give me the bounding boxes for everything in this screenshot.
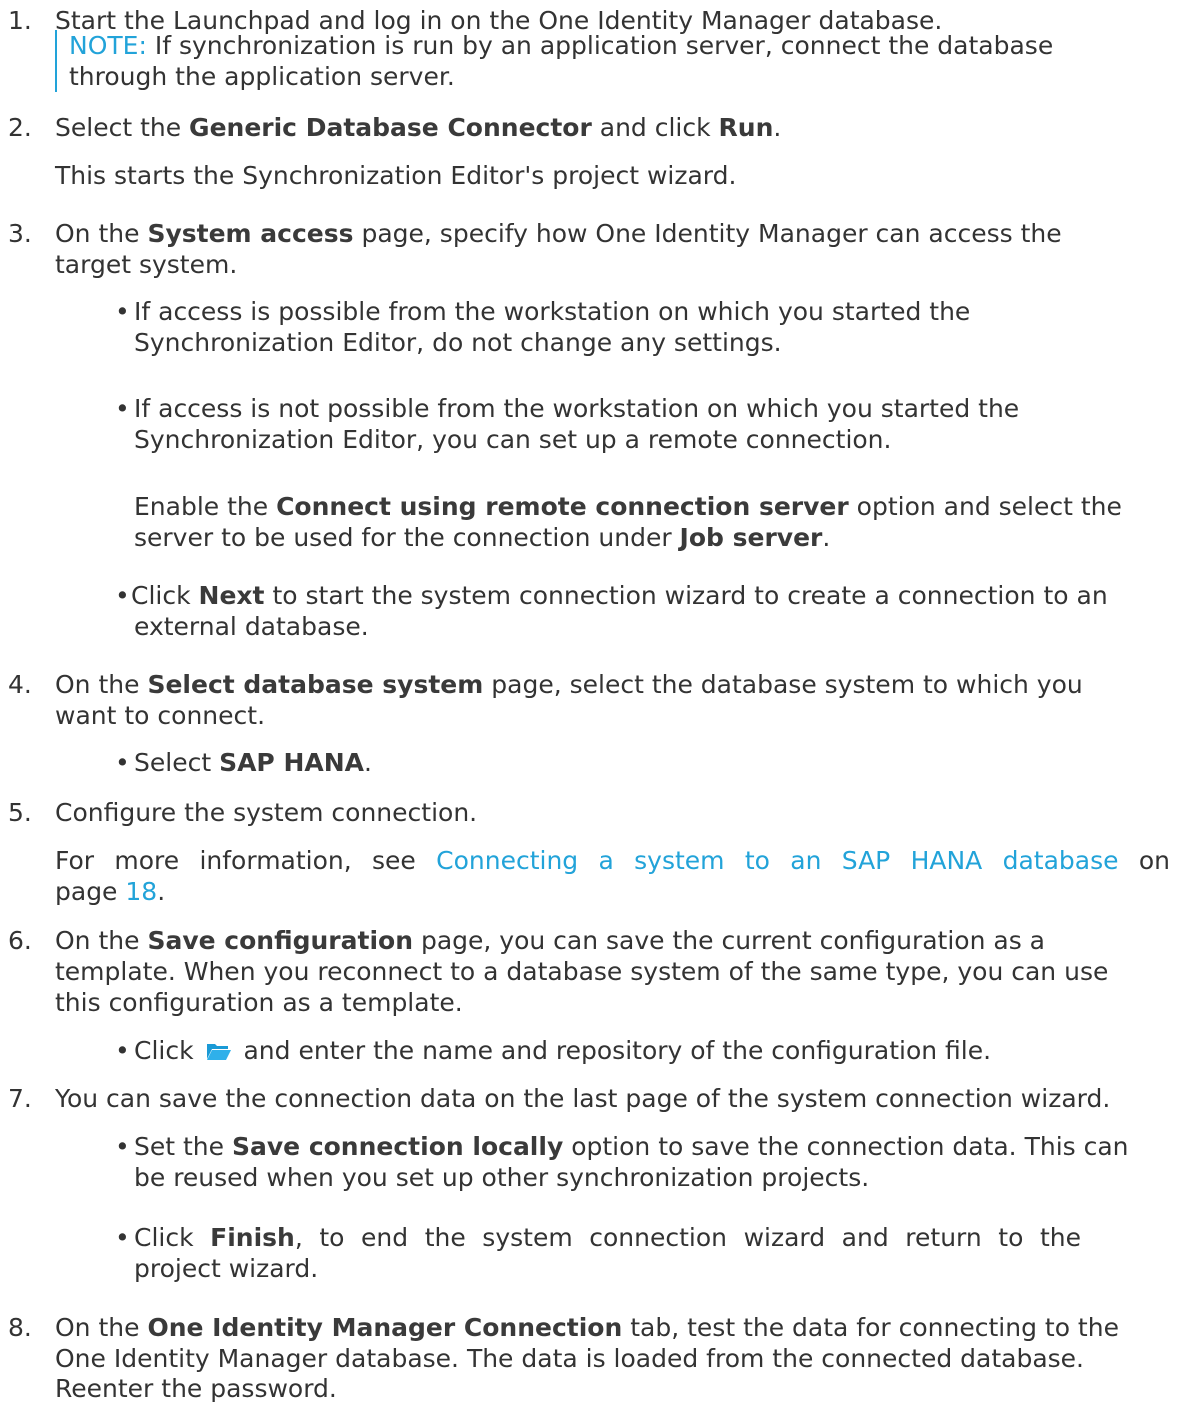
text: Set the [134, 1132, 232, 1161]
text: page, specify how One Identity Manager c… [353, 219, 1062, 248]
step-text: You can save the connection data on the … [55, 1084, 1111, 1113]
text: Click [131, 581, 199, 610]
bold-term: Save configuration [147, 926, 413, 955]
bullet: • [115, 297, 130, 326]
bullet-text: be reused when you set up other synchron… [134, 1163, 870, 1192]
bullet-text: project wizard. [134, 1254, 319, 1283]
bullet-text: Click Next to start the system connectio… [131, 580, 1108, 612]
step-number: 2. [8, 113, 32, 142]
step-text: One Identity Manager database. The data … [55, 1344, 1084, 1373]
text: For more information, see [55, 846, 437, 875]
step-number: 8. [8, 1313, 32, 1342]
step-text: On the Save configuration page, you can … [55, 925, 1045, 957]
step-number: 3. [8, 219, 32, 248]
step-number: 5. [8, 798, 32, 827]
text: . [157, 877, 166, 906]
step-number: 4. [8, 670, 32, 699]
bullet-text: Synchronization Editor, you can set up a… [134, 425, 892, 454]
step-text: Reenter the password. [55, 1374, 337, 1403]
bold-term: SAP HANA [219, 748, 364, 777]
text: Click [134, 1223, 211, 1252]
text: , to end the system connection wizard an… [294, 1223, 1081, 1252]
bullet-text: Set the Save connection locally option t… [134, 1131, 1129, 1163]
step-text: Configure the system connection. [55, 798, 478, 827]
text: On the [55, 926, 148, 955]
bold-term: One Identity Manager Connection [147, 1313, 623, 1342]
text: On the [55, 1313, 148, 1342]
step-text: template. When you reconnect to a databa… [55, 957, 1109, 986]
bullet-text: Select SAP HANA. [134, 747, 372, 779]
text: Select the [55, 113, 190, 142]
bullet: • [115, 394, 130, 423]
text: page [55, 877, 126, 906]
note-text: If synchronization is run by an applicat… [146, 31, 1054, 60]
note-line: NOTE: If synchronization is run by an ap… [69, 30, 1053, 62]
text: . [773, 113, 782, 142]
step-subtext: For more information, see Connecting a s… [55, 845, 1170, 877]
bold-term: Select database system [147, 670, 484, 699]
bold-term: System access [147, 219, 354, 248]
text: server to be used for the connection und… [134, 523, 680, 552]
bold-term: Run [718, 113, 774, 142]
bold-term: Next [198, 581, 265, 610]
text: on [1118, 846, 1170, 875]
text: . [822, 523, 831, 552]
bold-term: Finish [210, 1223, 295, 1252]
bold-term: Generic Database Connector [189, 113, 592, 142]
text: page, select the database system to whic… [483, 670, 1083, 699]
step-text: want to connect. [55, 701, 266, 730]
note-line: through the application server. [69, 62, 455, 91]
step-subtext: This starts the Synchronization Editor's… [55, 161, 737, 190]
page-number-link[interactable]: 18 [125, 877, 157, 906]
bullet: • [115, 748, 130, 777]
bullet-text: If access is not possible from the works… [134, 394, 1020, 423]
text: Click [134, 1036, 202, 1065]
note-label: NOTE: [69, 31, 147, 60]
text: option to save the connection data. This… [563, 1132, 1129, 1161]
text: On the [55, 219, 148, 248]
step-number: 7. [8, 1084, 32, 1113]
bullet-paragraph: Enable the Connect using remote connecti… [134, 491, 1122, 523]
text: Enable the [134, 492, 277, 521]
bullet-paragraph: server to be used for the connection und… [134, 522, 830, 554]
step-text: On the System access page, specify how O… [55, 218, 1062, 250]
text: On the [55, 670, 148, 699]
bullet: • [115, 1132, 130, 1161]
text: to start the system connection wizard to… [264, 581, 1108, 610]
bold-term: Job server [679, 523, 823, 552]
note-bar [55, 30, 57, 92]
bullet-text: If access is possible from the workstati… [134, 297, 971, 326]
text: tab, test the data for connecting to the [622, 1313, 1119, 1342]
bullet: • [115, 1223, 130, 1252]
text: Select [134, 748, 220, 777]
step-subtext: page 18. [55, 876, 165, 908]
step-text: this configuration as a template. [55, 988, 463, 1017]
text: option and select the [848, 492, 1122, 521]
bullet-text: external database. [134, 612, 369, 641]
text: page, you can save the current configura… [413, 926, 1045, 955]
cross-reference-link[interactable]: Connecting a system to an SAP HANA datab… [436, 846, 1118, 875]
step-text: target system. [55, 250, 238, 279]
bullet-text: Click and enter the name and repository … [134, 1035, 991, 1067]
folder-open-icon[interactable] [206, 1041, 232, 1061]
bullet: • [115, 1036, 130, 1065]
step-text: On the Select database system page, sele… [55, 669, 1083, 701]
step-number: 6. [8, 926, 32, 955]
step-number: 1. [8, 6, 32, 35]
step-text: Select the Generic Database Connector an… [55, 112, 781, 144]
text: . [364, 748, 372, 777]
step-text: On the One Identity Manager Connection t… [55, 1312, 1119, 1344]
bullet: • [115, 581, 130, 610]
text: and enter the name and repository of the… [235, 1036, 992, 1065]
bold-term: Save connection locally [231, 1132, 564, 1161]
text: and click [591, 113, 719, 142]
bold-term: Connect using remote connection server [276, 492, 849, 521]
bullet-text: Synchronization Editor, do not change an… [134, 328, 782, 357]
bullet-text: Click Finish, to end the system connecti… [134, 1222, 1081, 1254]
